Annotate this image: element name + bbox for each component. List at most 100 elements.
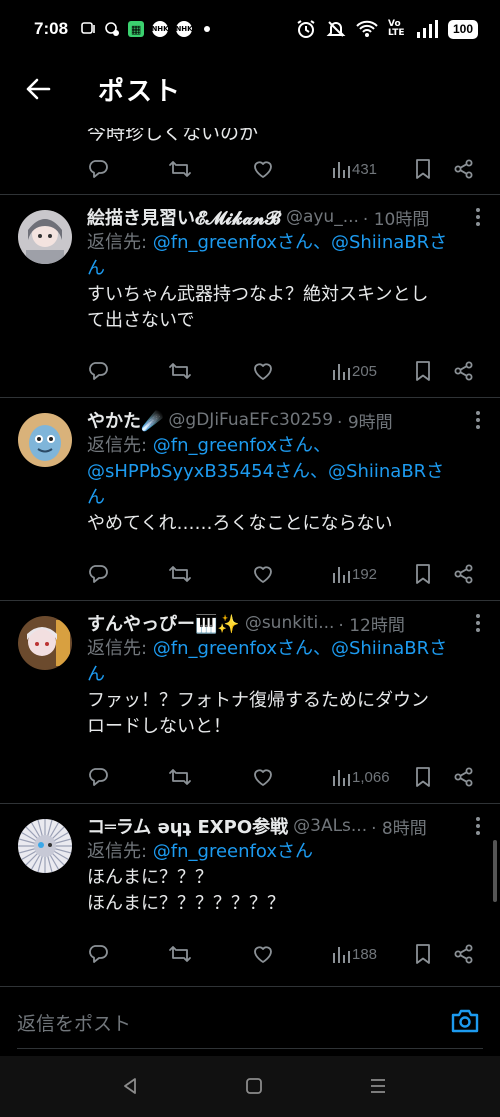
repost-button[interactable]: [168, 762, 192, 792]
battery-icon: 100: [447, 19, 478, 39]
share-button[interactable]: [453, 762, 475, 792]
more-options-button[interactable]: [474, 409, 482, 431]
user-handle[interactable]: @3ALs...: [293, 816, 367, 836]
reply-to-line: ん: [87, 485, 482, 511]
bookmark-button[interactable]: [414, 559, 432, 589]
share-button[interactable]: [453, 154, 475, 184]
display-name[interactable]: コ═ラム ǝɥʇ EXPO参戦: [87, 813, 288, 839]
post-text-line: ファッ！？フォトナ復帰するためにダウン: [87, 690, 429, 711]
share-button[interactable]: [453, 356, 475, 386]
like-button[interactable]: [252, 762, 274, 792]
views-button[interactable]: 205: [332, 356, 377, 386]
user-handle[interactable]: @sunkiti...: [245, 613, 335, 633]
display-name[interactable]: すんやっぴー🎹✨: [87, 610, 240, 636]
mention-link[interactable]: @fn_greenfoxさん、@ShiinaBRさ: [153, 638, 447, 659]
mention-link[interactable]: @fn_greenfoxさん、@ShiinaBRさ: [153, 232, 447, 253]
nav-back-button[interactable]: [118, 1074, 142, 1098]
user-handle[interactable]: @gDJiFuaEFc30259: [168, 410, 333, 430]
post-text-line: やめてくれ……ろくなことにならない: [87, 513, 393, 534]
post-text-line: ロードしないと！: [87, 716, 231, 737]
bookmark-icon: [416, 767, 430, 787]
display-name[interactable]: やかた☄️: [87, 407, 163, 433]
mention-link[interactable]: ん: [87, 487, 105, 508]
view-count: 1,066: [352, 768, 390, 786]
nav-recents-button[interactable]: [366, 1074, 390, 1098]
reply-item[interactable]: やかた☄️ @gDJiFuaEFc30259 · 9時間 返信先: @fn_green…: [0, 397, 500, 601]
view-count: 431: [352, 160, 378, 178]
reply-item[interactable]: 絵描き見習い𝓔𝓜𝓲𝓴𝓪𝓷𝓑 @ayu_... · 10時間 返信先: @fn_gree…: [0, 194, 500, 398]
bookmark-button[interactable]: [414, 356, 432, 386]
avatar[interactable]: [18, 819, 72, 873]
comment-icon: [89, 945, 108, 963]
reply-feed[interactable]: 今時珍しくないのか 431 絵描き見習い𝓔𝓜𝓲𝓴𝓪𝓷𝓑 @ayu_... · 1…: [0, 120, 500, 986]
repost-icon: [169, 363, 191, 379]
reply-item[interactable]: すんやっぴー🎹✨ @sunkiti... · 12時間 返信先: @fn_greenf…: [0, 600, 500, 804]
share-button[interactable]: [453, 939, 475, 969]
share-button[interactable]: [453, 559, 475, 589]
partial-post[interactable]: 今時珍しくないのか 431: [0, 120, 500, 195]
bookmark-button[interactable]: [414, 762, 432, 792]
heart-icon: [254, 161, 272, 178]
back-button[interactable]: [0, 58, 78, 120]
repost-button[interactable]: [168, 559, 192, 589]
reply-button[interactable]: [87, 939, 109, 969]
dot-icon: [204, 26, 211, 32]
bookmark-button[interactable]: [414, 154, 432, 184]
bookmark-button[interactable]: [414, 939, 432, 969]
mention-link[interactable]: @sHPPbSyyxB35454さん、@ShiinaBRさ: [87, 461, 444, 482]
square-home-icon: [246, 1078, 262, 1094]
like-button[interactable]: [252, 559, 274, 589]
like-button[interactable]: [252, 939, 274, 969]
like-button[interactable]: [252, 356, 274, 386]
more-vertical-icon: [476, 817, 480, 835]
display-name[interactable]: 絵描き見習い𝓔𝓜𝓲𝓴𝓪𝓷𝓑: [87, 204, 281, 230]
post-body: 返信先: @fn_greenfoxさん、@ShiinaBRさんファッ！？フォトナ…: [87, 636, 482, 740]
repost-button[interactable]: [168, 939, 192, 969]
nav-home-button[interactable]: [242, 1074, 266, 1098]
mention-link[interactable]: ん: [87, 664, 105, 685]
avatar[interactable]: [18, 413, 72, 467]
views-button[interactable]: 192: [332, 559, 377, 589]
mention-link[interactable]: @fn_greenfoxさん、: [153, 435, 331, 456]
post-text-line: て出さないで: [87, 310, 195, 331]
reply-input[interactable]: 返信をポスト: [17, 1009, 131, 1036]
camera-button[interactable]: [450, 1007, 480, 1039]
user-handle[interactable]: @ayu_...: [286, 207, 359, 227]
more-options-button[interactable]: [474, 612, 482, 634]
like-button[interactable]: [252, 154, 274, 184]
share-icon: [454, 944, 473, 964]
nhk-plus-icon: NHK: [175, 21, 193, 37]
more-options-button[interactable]: [474, 206, 482, 228]
more-options-button[interactable]: [474, 815, 482, 837]
system-nav-bar: [0, 1056, 500, 1117]
repost-button[interactable]: [168, 154, 192, 184]
repost-icon: [169, 161, 191, 177]
reply-button[interactable]: [87, 762, 109, 792]
heart-icon: [254, 363, 272, 380]
reply-button[interactable]: [87, 154, 109, 184]
camera-icon: [451, 1009, 479, 1033]
mention-link[interactable]: @fn_greenfoxさん: [153, 841, 313, 862]
scrollbar[interactable]: [493, 840, 497, 902]
avatar[interactable]: [18, 616, 72, 670]
post-header: 絵描き見習い𝓔𝓜𝓲𝓴𝓪𝓷𝓑 @ayu_... · 10時間: [87, 204, 482, 230]
signal-icon: [416, 20, 438, 38]
avatar[interactable]: [18, 210, 72, 264]
post-text-line: ほんまに？？？？？？？: [87, 893, 285, 914]
mention-link[interactable]: ん: [87, 258, 105, 279]
view-count: 205: [352, 362, 378, 380]
views-button[interactable]: 431: [332, 154, 377, 184]
reply-item[interactable]: コ═ラム ǝɥʇ EXPO参戦 @3ALs... · 8時間 返信先: @fn_gre…: [0, 803, 500, 986]
action-bar: 431: [87, 154, 480, 184]
view-count: 192: [352, 565, 378, 583]
views-button[interactable]: 1,066: [332, 762, 390, 792]
timestamp: · 12時間: [338, 615, 405, 636]
repost-button[interactable]: [168, 356, 192, 386]
heart-icon: [254, 946, 272, 963]
comment-icon: [89, 565, 108, 583]
reply-button[interactable]: [87, 559, 109, 589]
share-icon: [454, 767, 473, 787]
views-button[interactable]: 188: [332, 939, 377, 969]
reply-button[interactable]: [87, 356, 109, 386]
post-body: 返信先: @fn_greenfoxさん、@ShiinaBRさんすいちゃん武器持つ…: [87, 230, 482, 334]
